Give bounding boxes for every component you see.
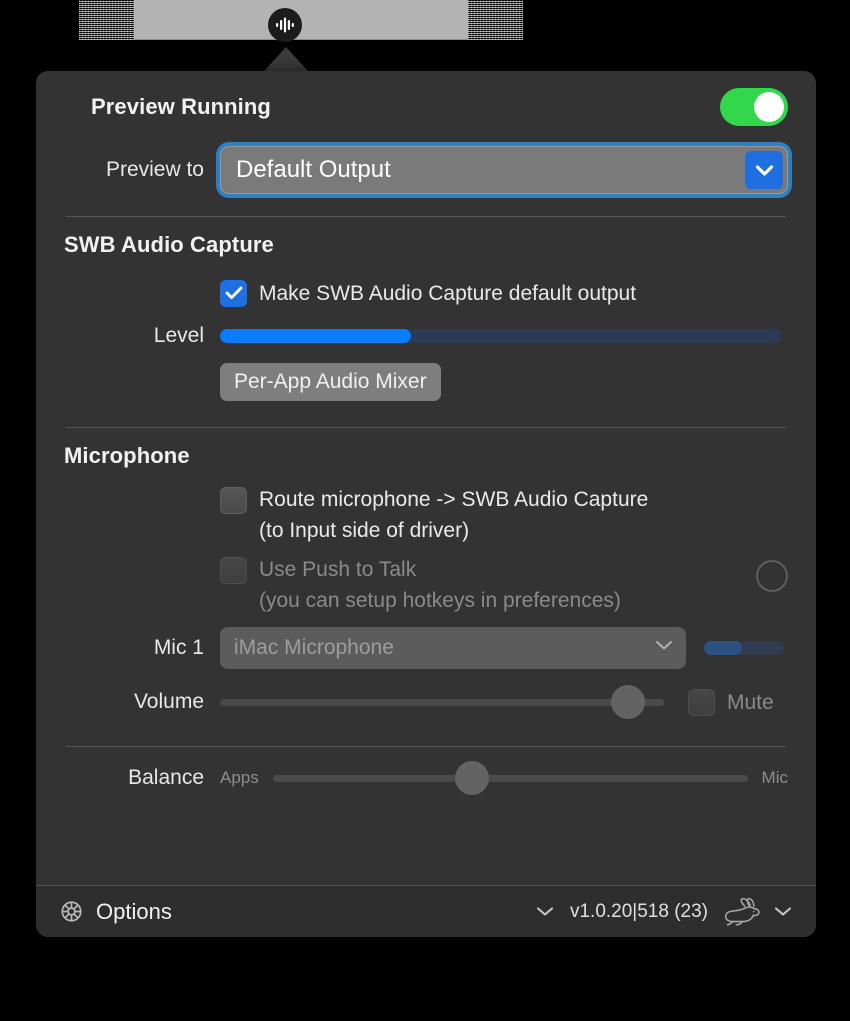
push-to-talk-label-line1: Use Push to Talk bbox=[259, 558, 417, 581]
popover-arrow bbox=[264, 47, 308, 71]
balance-row: Balance Apps Mic bbox=[64, 747, 788, 809]
route-microphone-label-line1: Route microphone -> SWB Audio Capture bbox=[259, 488, 649, 511]
microphone-header: Microphone bbox=[64, 428, 788, 484]
preview-running-title: Preview Running bbox=[91, 94, 271, 119]
mic1-label: Mic 1 bbox=[153, 636, 204, 659]
volume-slider-track bbox=[220, 698, 664, 706]
level-meter-fill bbox=[220, 329, 412, 343]
ptt-status-circle-icon bbox=[756, 560, 788, 592]
mic1-device-select[interactable]: iMac Microphone bbox=[220, 627, 686, 669]
volume-slider-thumb[interactable] bbox=[611, 685, 646, 719]
balance-label: Balance bbox=[128, 766, 204, 789]
balance-right-label: Mic bbox=[761, 768, 788, 787]
mic1-device-value: iMac Microphone bbox=[234, 636, 394, 659]
route-microphone-row: Route microphone -> SWB Audio Capture (t… bbox=[64, 484, 788, 554]
preview-running-toggle[interactable] bbox=[720, 88, 788, 126]
audio-settings-panel: Preview Running Preview to Default Outpu… bbox=[36, 71, 816, 937]
push-to-talk-label-line2: (you can setup hotkeys in preferences) bbox=[259, 589, 621, 612]
mute-label: Mute bbox=[727, 690, 774, 714]
brand-chevron-down-icon[interactable] bbox=[772, 905, 794, 918]
push-to-talk-row: Use Push to Talk (you can setup hotkeys … bbox=[64, 554, 788, 624]
balance-slider[interactable] bbox=[272, 761, 748, 795]
level-label: Level bbox=[153, 324, 204, 347]
mixer-button-row: Per-App Audio Mixer bbox=[64, 359, 788, 405]
options-chevron-down-icon[interactable] bbox=[534, 905, 556, 918]
menu-bar-strip bbox=[0, 0, 850, 45]
preview-output-value: Default Output bbox=[236, 156, 391, 183]
default-output-checkbox[interactable] bbox=[220, 279, 247, 307]
rabbit-icon[interactable] bbox=[722, 897, 762, 927]
mic1-level-meter-fill bbox=[704, 641, 743, 655]
per-app-audio-mixer-button[interactable]: Per-App Audio Mixer bbox=[220, 363, 441, 401]
route-microphone-checkbox[interactable] bbox=[220, 487, 247, 514]
gear-icon[interactable] bbox=[58, 898, 85, 925]
mic1-row: Mic 1 iMac Microphone bbox=[64, 624, 788, 672]
balance-slider-track bbox=[272, 774, 748, 782]
mic1-level-meter bbox=[704, 641, 784, 655]
preview-output-select[interactable]: Default Output bbox=[220, 146, 788, 194]
default-output-checkbox-row: Make SWB Audio Capture default output bbox=[64, 273, 788, 313]
toggle-knob bbox=[754, 92, 784, 122]
balance-slider-thumb[interactable] bbox=[455, 761, 490, 795]
screen: Preview Running Preview to Default Outpu… bbox=[0, 0, 850, 1021]
panel-body: Preview Running Preview to Default Outpu… bbox=[36, 71, 816, 885]
options-label[interactable]: Options bbox=[96, 899, 172, 925]
route-microphone-label-line2: (to Input side of driver) bbox=[259, 519, 470, 542]
preview-running-row: Preview Running bbox=[64, 71, 788, 143]
volume-row: Volume Mute bbox=[64, 672, 788, 732]
level-row: Level bbox=[64, 313, 788, 359]
audio-waveform-icon[interactable] bbox=[268, 8, 302, 42]
menu-bar-noise-left bbox=[79, 0, 135, 40]
swb-capture-header: SWB Audio Capture bbox=[64, 217, 788, 273]
level-meter[interactable] bbox=[220, 329, 782, 343]
volume-label: Volume bbox=[133, 690, 204, 713]
panel-footer: Options v1.0.20|518 (23) bbox=[36, 885, 816, 937]
preview-to-label: Preview to bbox=[105, 158, 204, 181]
volume-slider[interactable] bbox=[220, 685, 664, 719]
default-output-checkbox-label: Make SWB Audio Capture default output bbox=[259, 281, 637, 305]
preview-to-row: Preview to Default Output bbox=[64, 143, 788, 197]
microphone-title: Microphone bbox=[64, 443, 190, 468]
chevron-down-icon bbox=[654, 638, 674, 656]
balance-left-label: Apps bbox=[220, 768, 259, 787]
chevron-down-icon[interactable] bbox=[745, 151, 783, 189]
version-label: v1.0.20|518 (23) bbox=[569, 900, 708, 922]
push-to-talk-checkbox[interactable] bbox=[220, 557, 247, 584]
swb-capture-title: SWB Audio Capture bbox=[64, 232, 274, 257]
mute-checkbox[interactable] bbox=[688, 688, 715, 716]
menu-bar-noise-right bbox=[468, 0, 523, 40]
